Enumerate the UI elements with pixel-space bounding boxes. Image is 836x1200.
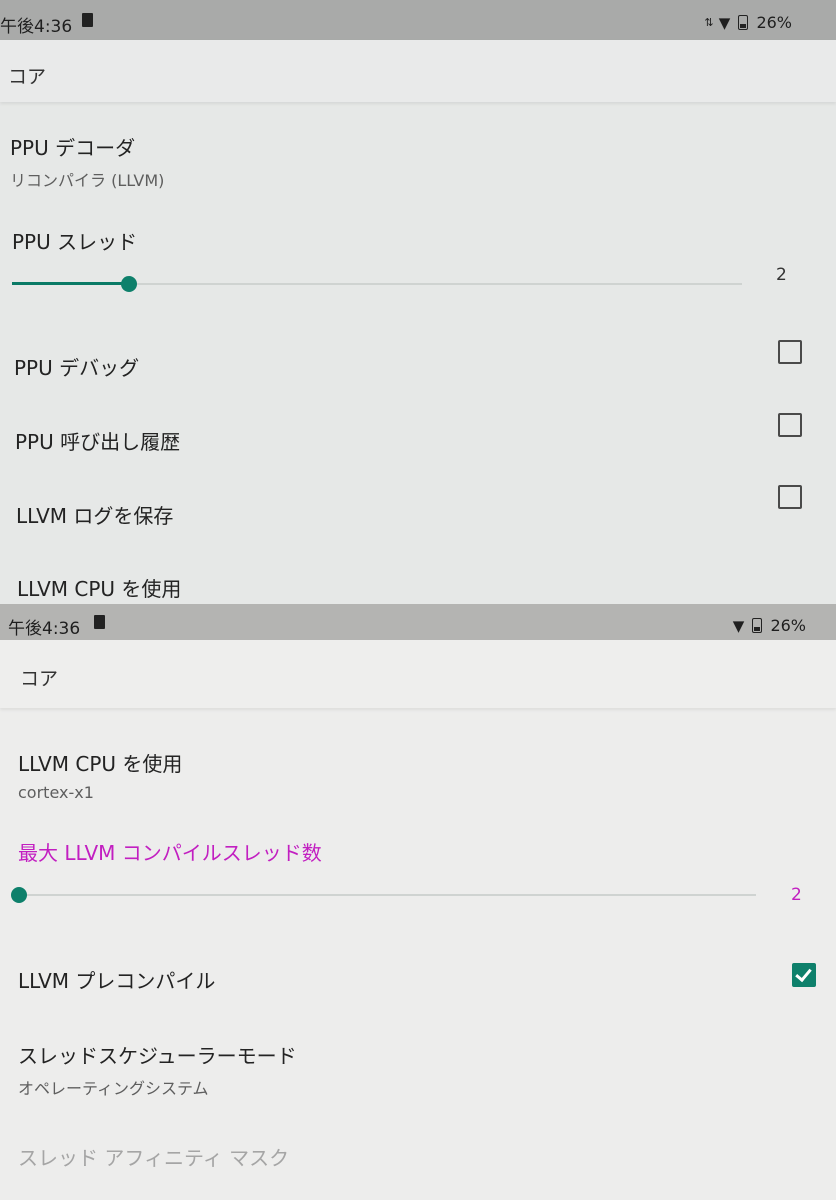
app-bar: コア	[0, 640, 836, 708]
pref-title: PPU スレッド	[12, 230, 138, 254]
pref-llvm-save-log[interactable]: LLVM ログを保存	[16, 500, 173, 529]
screenshot-bottom: 午後4:36 ▼ 26% コア LLVM CPU を使用 cortex-x1 最…	[0, 604, 836, 1200]
pref-title: LLVM CPU を使用	[18, 752, 183, 776]
pref-title: PPU デバッグ	[14, 356, 140, 380]
pref-ppu-call-history[interactable]: PPU 呼び出し履歴	[15, 426, 180, 455]
status-right: ⇅ ▼ 26%	[704, 12, 792, 32]
sd-card-icon	[94, 615, 105, 629]
wifi-icon: ▼	[718, 13, 731, 32]
pref-ppu-decoder[interactable]: PPU デコーダ リコンパイラ (LLVM)	[10, 132, 164, 191]
battery-icon	[738, 15, 749, 30]
ppu-threads-value: 2	[776, 265, 787, 285]
pref-llvm-precompile[interactable]: LLVM プレコンパイル	[18, 965, 215, 994]
pref-summary: cortex-x1	[18, 783, 94, 802]
slider-thumb[interactable]	[121, 276, 137, 292]
ppu-threads-slider[interactable]	[12, 274, 742, 294]
pref-title: スレッド アフィニティ マスク	[18, 1146, 290, 1170]
battery-percent: 26%	[756, 13, 792, 32]
battery-icon	[752, 618, 763, 633]
pref-llvm-cpu[interactable]: LLVM CPU を使用 cortex-x1	[18, 748, 182, 802]
pref-title: PPU デコーダ	[10, 136, 136, 160]
data-arrows-icon: ⇅	[704, 16, 714, 29]
pref-title: LLVM ログを保存	[16, 504, 174, 528]
pref-thread-affinity[interactable]: スレッド アフィニティ マスク	[18, 1142, 289, 1171]
llvm-save-log-checkbox[interactable]	[778, 485, 802, 509]
pref-title: スレッドスケジューラーモード	[18, 1044, 297, 1068]
pref-title: PPU 呼び出し履歴	[15, 430, 181, 454]
sd-card-icon	[82, 13, 93, 27]
status-bar: 午後4:36 ⇅ ▼ 26%	[0, 0, 836, 40]
wifi-icon: ▼	[732, 616, 745, 635]
page-title: コア	[20, 668, 59, 690]
pref-ppu-threads: PPU スレッド	[12, 226, 137, 255]
screenshot-top: 午後4:36 ⇅ ▼ 26% コア PPU デコーダ リコンパイラ (LLVM)…	[0, 0, 836, 604]
slider-fill	[12, 282, 122, 285]
ppu-debug-checkbox[interactable]	[778, 340, 802, 364]
page-title: コア	[8, 66, 47, 88]
app-bar: コア	[0, 40, 836, 102]
max-llvm-threads-slider[interactable]	[11, 885, 756, 905]
battery-percent: 26%	[770, 616, 806, 635]
pref-title: 最大 LLVM コンパイルスレッド数	[18, 841, 322, 865]
slider-thumb[interactable]	[11, 887, 27, 903]
pref-summary: オペレーティングシステム	[18, 1079, 209, 1098]
pref-thread-scheduler[interactable]: スレッドスケジューラーモード オペレーティングシステム	[18, 1040, 297, 1099]
llvm-precompile-checkbox[interactable]	[792, 963, 816, 987]
status-time: 午後4:36	[0, 17, 73, 37]
pref-ppu-debug[interactable]: PPU デバッグ	[14, 352, 139, 381]
pref-summary: リコンパイラ (LLVM)	[10, 171, 165, 190]
status-right: ▼ 26%	[733, 615, 806, 635]
status-time: 午後4:36	[8, 619, 81, 639]
slider-track	[12, 894, 756, 896]
pref-title: LLVM CPU を使用	[17, 577, 182, 601]
pref-max-llvm-threads: 最大 LLVM コンパイルスレッド数	[18, 837, 322, 866]
ppu-call-history-checkbox[interactable]	[778, 413, 802, 437]
pref-llvm-cpu[interactable]: LLVM CPU を使用	[17, 573, 181, 602]
pref-title: LLVM プレコンパイル	[18, 969, 216, 993]
max-llvm-threads-value: 2	[791, 885, 802, 905]
